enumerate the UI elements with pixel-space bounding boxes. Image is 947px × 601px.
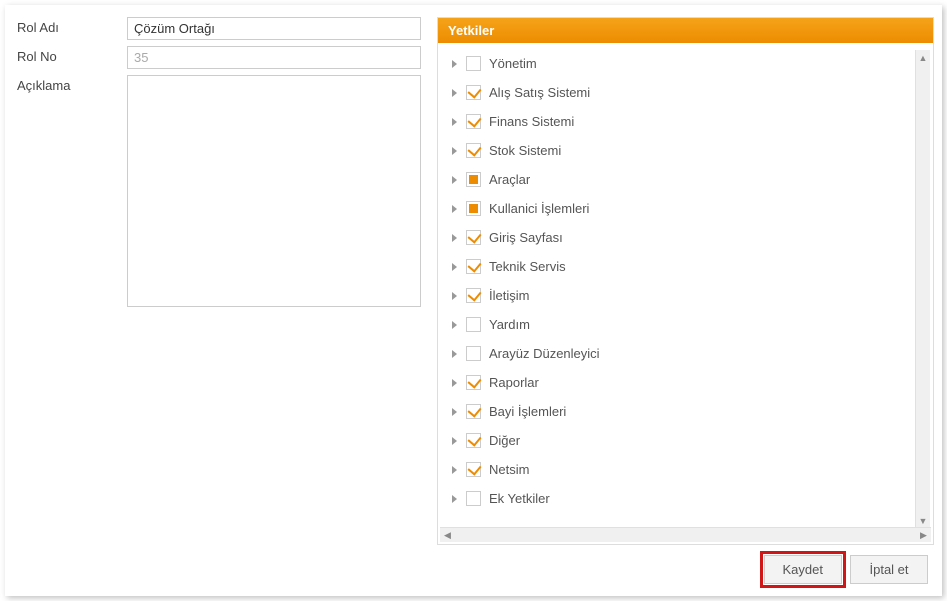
- expand-icon[interactable]: [452, 147, 457, 155]
- expand-icon[interactable]: [452, 466, 457, 474]
- permission-checkbox[interactable]: [466, 317, 481, 332]
- cancel-button[interactable]: İptal et: [850, 555, 928, 584]
- tree-item: Stok Sistemi: [452, 136, 931, 165]
- expand-icon[interactable]: [452, 495, 457, 503]
- permission-checkbox[interactable]: [466, 143, 481, 158]
- permission-checkbox[interactable]: [466, 491, 481, 506]
- tree-item: Netsim: [452, 455, 931, 484]
- save-button[interactable]: Kaydet: [764, 555, 842, 584]
- scroll-left-icon[interactable]: ◀: [440, 528, 455, 542]
- scroll-up-icon[interactable]: ▲: [916, 50, 930, 65]
- permission-checkbox[interactable]: [466, 462, 481, 477]
- permissions-body: Yönetim Alış Satış Sistemi Finans Sistemi S…: [438, 43, 933, 544]
- scroll-right-icon[interactable]: ▶: [916, 528, 931, 542]
- permission-label: Bayi İşlemleri: [489, 404, 566, 419]
- permission-label: Netsim: [489, 462, 529, 477]
- expand-icon[interactable]: [452, 205, 457, 213]
- tree-item: Kullanici İşlemleri: [452, 194, 931, 223]
- permission-checkbox[interactable]: [466, 230, 481, 245]
- expand-icon[interactable]: [452, 234, 457, 242]
- expand-icon[interactable]: [452, 60, 457, 68]
- expand-icon[interactable]: [452, 379, 457, 387]
- permission-checkbox[interactable]: [466, 404, 481, 419]
- expand-icon[interactable]: [452, 437, 457, 445]
- permission-label: Kullanici İşlemleri: [489, 201, 589, 216]
- role-form-container: Rol Adı Rol No Açıklama Yetkiler Yönetim…: [5, 5, 942, 596]
- permission-checkbox[interactable]: [466, 259, 481, 274]
- textarea-description[interactable]: [127, 75, 421, 307]
- tree-item: Alış Satış Sistemi: [452, 78, 931, 107]
- permission-label: Raporlar: [489, 375, 539, 390]
- input-role-name[interactable]: [127, 17, 421, 40]
- expand-icon[interactable]: [452, 263, 457, 271]
- permission-label: İletişim: [489, 288, 529, 303]
- horizontal-scrollbar[interactable]: ◀ ▶: [440, 527, 931, 542]
- permissions-panel: Yetkiler Yönetim Alış Satış Sistemi Finans…: [437, 17, 934, 545]
- permission-checkbox[interactable]: [466, 201, 481, 216]
- tree-item: Giriş Sayfası: [452, 223, 931, 252]
- label-role-no: Rol No: [17, 46, 127, 64]
- permission-label: Teknik Servis: [489, 259, 566, 274]
- permission-checkbox[interactable]: [466, 114, 481, 129]
- permission-label: Giriş Sayfası: [489, 230, 563, 245]
- tree-item: Yönetim: [452, 49, 931, 78]
- expand-icon[interactable]: [452, 176, 457, 184]
- permissions-tree: Yönetim Alış Satış Sistemi Finans Sistemi S…: [440, 49, 931, 513]
- permission-label: Yönetim: [489, 56, 537, 71]
- scroll-down-icon[interactable]: ▼: [916, 513, 930, 527]
- row-description: Açıklama: [17, 75, 427, 307]
- tree-item: Bayi İşlemleri: [452, 397, 931, 426]
- permission-checkbox[interactable]: [466, 172, 481, 187]
- row-role-name: Rol Adı: [17, 17, 427, 40]
- permission-checkbox[interactable]: [466, 346, 481, 361]
- permission-checkbox[interactable]: [466, 375, 481, 390]
- row-role-no: Rol No: [17, 46, 427, 69]
- tree-item: Finans Sistemi: [452, 107, 931, 136]
- form-left-panel: Rol Adı Rol No Açıklama: [17, 17, 427, 313]
- permission-checkbox[interactable]: [466, 288, 481, 303]
- label-role-name: Rol Adı: [17, 17, 127, 35]
- tree-item: Arayüz Düzenleyici: [452, 339, 931, 368]
- expand-icon[interactable]: [452, 292, 457, 300]
- permission-checkbox[interactable]: [466, 85, 481, 100]
- expand-icon[interactable]: [452, 89, 457, 97]
- expand-icon[interactable]: [452, 118, 457, 126]
- permissions-header: Yetkiler: [438, 18, 933, 43]
- permission-label: Arayüz Düzenleyici: [489, 346, 600, 361]
- permission-label: Alış Satış Sistemi: [489, 85, 590, 100]
- tree-item: Diğer: [452, 426, 931, 455]
- permission-label: Yardım: [489, 317, 530, 332]
- tree-item: Raporlar: [452, 368, 931, 397]
- button-bar: Kaydet İptal et: [17, 555, 930, 584]
- input-role-no: [127, 46, 421, 69]
- permission-label: Stok Sistemi: [489, 143, 561, 158]
- tree-item: Teknik Servis: [452, 252, 931, 281]
- tree-item: Araçlar: [452, 165, 931, 194]
- permission-label: Ek Yetkiler: [489, 491, 550, 506]
- expand-icon[interactable]: [452, 350, 457, 358]
- permission-checkbox[interactable]: [466, 56, 481, 71]
- vertical-scrollbar[interactable]: ▲ ▼: [915, 50, 930, 527]
- permission-label: Diğer: [489, 433, 520, 448]
- permission-label: Araçlar: [489, 172, 530, 187]
- expand-icon[interactable]: [452, 408, 457, 416]
- tree-item: Yardım: [452, 310, 931, 339]
- permission-label: Finans Sistemi: [489, 114, 574, 129]
- label-description: Açıklama: [17, 75, 127, 93]
- expand-icon[interactable]: [452, 321, 457, 329]
- tree-item: Ek Yetkiler: [452, 484, 931, 513]
- permissions-tree-scroll: Yönetim Alış Satış Sistemi Finans Sistemi S…: [440, 49, 931, 527]
- tree-item: İletişim: [452, 281, 931, 310]
- permission-checkbox[interactable]: [466, 433, 481, 448]
